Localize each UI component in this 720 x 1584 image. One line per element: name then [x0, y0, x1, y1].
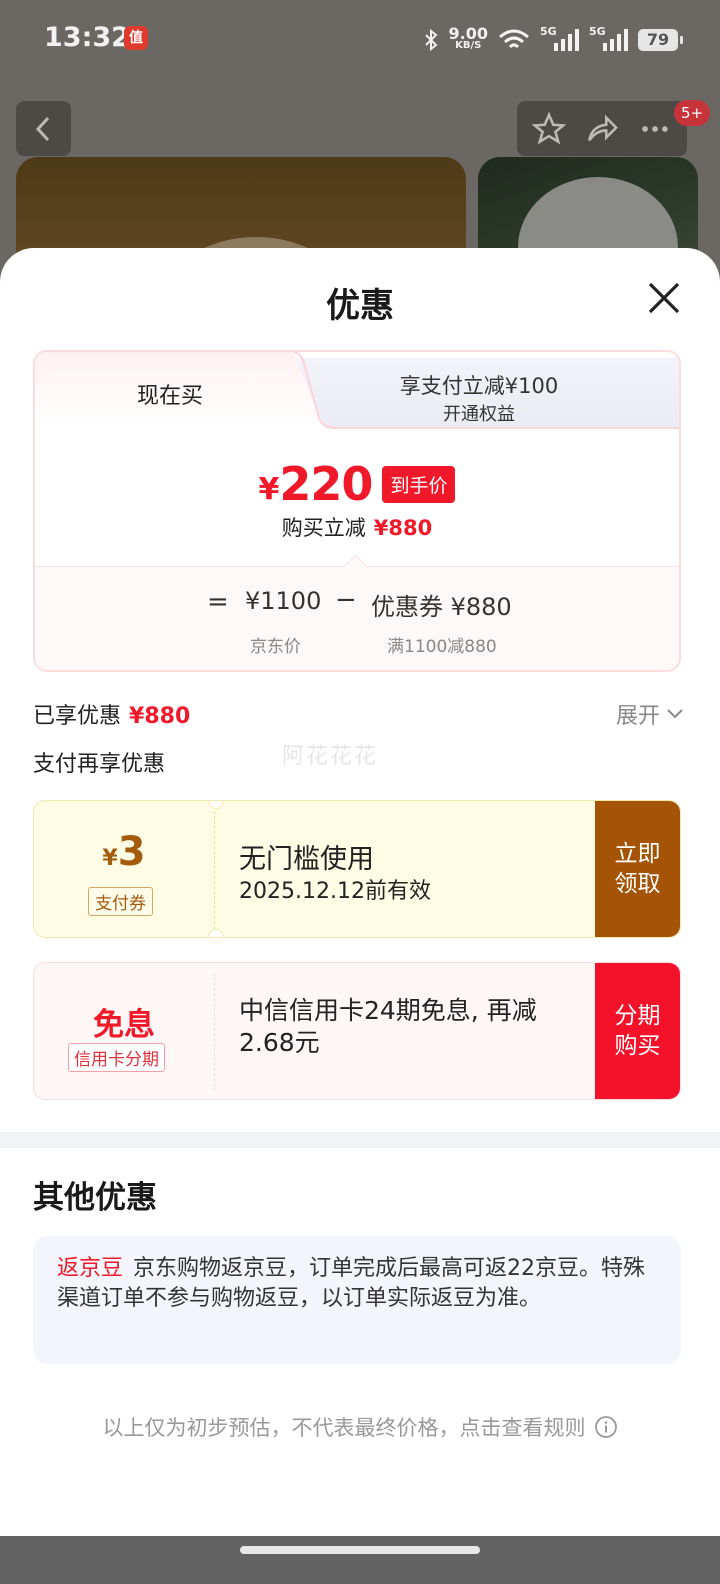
formula-minus: −	[335, 585, 357, 615]
net-speed-unit: KB/S	[455, 40, 482, 51]
price-card: 享支付立减¥100 开通权益 现在买 ¥ 220 到手价 购买立减 ¥880 = …	[33, 350, 681, 672]
section-divider	[0, 1132, 720, 1148]
payment-coupon-value: ¥3 支付券	[34, 801, 214, 937]
signal-2-icon: 5G	[589, 25, 628, 51]
signal-2-label: 5G	[589, 25, 606, 38]
purchase-reduction: 购买立减 ¥880	[35, 512, 679, 542]
installment-tag: 信用卡分期	[68, 1043, 165, 1072]
purchase-reduction-amount: ¥880	[373, 516, 433, 540]
formula-jd-price-label: 京东价	[250, 637, 301, 657]
final-price-tag: 到手价	[382, 465, 456, 503]
info-icon	[594, 1416, 617, 1438]
installment-value: 免息 信用卡分期	[34, 963, 214, 1099]
other-discounts-title: 其他优惠	[33, 1180, 157, 1216]
expand-button[interactable]: 展开	[616, 698, 684, 730]
enjoyed-discount: 已享优惠 ¥880	[33, 698, 190, 730]
favorite-button[interactable]	[529, 109, 569, 149]
system-nav-bar	[0, 1536, 720, 1584]
formula-coupon: 优惠券 ¥880	[371, 593, 512, 621]
battery-indicator: 79	[638, 29, 683, 51]
tab-edge-line	[292, 352, 679, 429]
bluetooth-icon	[424, 28, 438, 52]
installment-buy-button[interactable]: 分期购买	[595, 963, 680, 1099]
payment-coupon-amount: ¥3	[34, 829, 214, 875]
sheet-title: 优惠	[326, 286, 394, 326]
rules-link[interactable]: 以上仅为初步预估，不代表最终价格，点击查看规则	[0, 1412, 720, 1442]
net-speed: 9.00 KB/S	[448, 24, 488, 52]
formula-equals: =	[207, 587, 229, 617]
status-indicators: 9.00 KB/S 5G 5G 79	[423, 24, 683, 56]
price-formula: = ¥1100 − 优惠券 ¥880 京东价 满1100减880	[35, 566, 679, 670]
jingdou-rebate-label: 返京豆	[57, 1256, 124, 1281]
payment-coupon-card: ¥3 支付券 无门槛使用 2025.12.12前有效 立即领取	[33, 800, 681, 938]
final-price-amount: 220	[279, 457, 373, 511]
share-button[interactable]	[582, 109, 622, 149]
formula-jd-price: ¥1100	[245, 587, 322, 615]
installment-divider	[214, 973, 215, 1091]
final-price: ¥ 220 到手价	[35, 457, 679, 511]
close-button[interactable]	[644, 278, 684, 318]
discount-sheet: 优惠 享支付立减¥100 开通权益 现在买 ¥ 220 到手价 购买立减 ¥880…	[0, 248, 720, 1536]
back-button[interactable]	[16, 101, 71, 156]
close-icon	[648, 282, 680, 314]
payment-coupon-tag: 支付券	[88, 887, 153, 916]
tab-strip: 享支付立减¥100 开通权益 现在买	[35, 352, 679, 429]
wifi-icon	[499, 29, 529, 49]
pay-more-heading: 支付再享优惠	[33, 752, 166, 777]
final-price-currency: ¥	[258, 471, 280, 507]
enjoyed-discount-label: 已享优惠	[33, 704, 122, 729]
interest-free-title: 免息	[93, 1007, 155, 1043]
home-gesture-handle[interactable]	[240, 1546, 480, 1554]
star-icon	[532, 111, 567, 145]
net-speed-value: 9.00	[448, 24, 488, 43]
payment-coupon-expiry: 2025.12.12前有效	[239, 879, 431, 904]
coupon-notch-bottom	[208, 929, 224, 937]
claim-now-button[interactable]: 立即领取	[595, 801, 680, 937]
more-icon	[641, 125, 668, 132]
purchase-reduction-label: 购买立减	[281, 516, 366, 540]
share-icon	[587, 114, 618, 141]
installment-card: 免息 信用卡分期 中信信用卡24期免息, 再减2.68元 分期购买	[33, 962, 681, 1100]
jingdou-rebate-box: 返京豆 京东购物返京豆，订单完成后最高可返22京豆。特殊渠道订单不参与购物返豆，以…	[33, 1236, 681, 1364]
payment-coupon-title: 无门槛使用	[239, 844, 374, 875]
status-time: 13:32	[44, 22, 130, 53]
signal-1-label: 5G	[540, 25, 557, 38]
back-icon	[35, 116, 50, 142]
cart-badge: 5+	[674, 100, 710, 126]
coupon-divider	[214, 811, 215, 929]
more-button[interactable]	[635, 109, 675, 149]
installment-buy-label: 分期购买	[614, 1003, 661, 1059]
watermark-text: 阿花花花	[282, 744, 379, 769]
status-bar: 13:32 值 9.00 KB/S 5G 5G 79	[0, 0, 720, 80]
payment-coupon-number: 3	[117, 829, 146, 875]
payment-coupon-currency: ¥	[102, 846, 118, 871]
installment-description: 中信信用卡24期免息, 再减2.68元	[239, 996, 537, 1057]
signal-1-icon: 5G	[540, 25, 579, 51]
chevron-down-icon	[667, 709, 683, 719]
expand-label: 展开	[615, 704, 660, 729]
disclaimer-text: 以上仅为初步预估，不代表最终价格，点击查看规则	[102, 1416, 586, 1440]
top-action-bar	[517, 101, 687, 156]
jingdou-rebate-text: 京东购物返京豆，订单完成后最高可返22京豆。特殊渠道订单不参与购物返豆，以订单实…	[57, 1256, 646, 1311]
formula-coupon-label: 满1100减880	[387, 637, 497, 657]
claim-now-label: 立即领取	[614, 841, 661, 897]
enjoyed-discount-amount: ¥880	[129, 704, 191, 729]
app-notification-icon: 值	[124, 26, 148, 50]
